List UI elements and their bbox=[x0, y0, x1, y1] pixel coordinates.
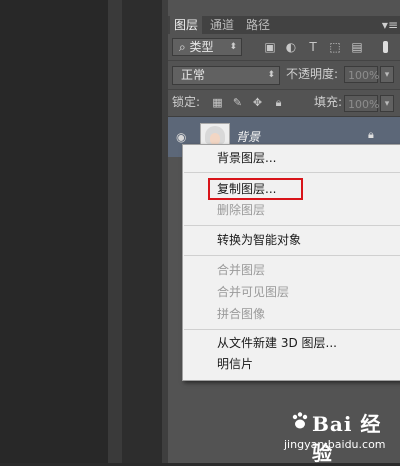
filter-adjustment-icon[interactable]: ◐ bbox=[283, 39, 299, 55]
lock-transparent-icon[interactable]: ▦ bbox=[210, 95, 225, 110]
paw-icon bbox=[292, 412, 308, 429]
search-icon: ⌕ bbox=[179, 40, 190, 54]
filter-pixel-icon[interactable]: ▣ bbox=[262, 39, 278, 55]
menu-item-merge-layers[interactable]: 合并图层 bbox=[217, 261, 265, 279]
fill-dropdown-icon[interactable]: ▾ bbox=[380, 95, 394, 112]
panel-tabs: 图层 通道 路径 ▾≡ bbox=[168, 16, 400, 34]
layer-filter-row: ⌕ 类型 ⬍ ▣ ◐ T ⬚ ▤ bbox=[168, 34, 400, 61]
layer-context-menu: 背景图层... 复制图层... 删除图层 转换为智能对象 合并图层 合并可见图层… bbox=[182, 144, 400, 381]
filter-toggle[interactable] bbox=[383, 41, 388, 53]
menu-item-delete-layer[interactable]: 删除图层 bbox=[217, 201, 265, 219]
panel-dock-gap bbox=[122, 0, 162, 463]
menu-item-convert-smart-object[interactable]: 转换为智能对象 bbox=[217, 231, 301, 249]
fill-label: 填充: bbox=[314, 95, 343, 109]
menu-item-background-layer[interactable]: 背景图层... bbox=[217, 149, 276, 167]
opacity-input[interactable]: 100% bbox=[344, 66, 379, 83]
chevron-updown-icon: ⬍ bbox=[229, 42, 237, 52]
menu-separator bbox=[184, 172, 400, 173]
eye-icon[interactable]: ◉ bbox=[176, 130, 190, 144]
menu-separator bbox=[184, 225, 400, 226]
menu-separator bbox=[184, 329, 400, 330]
menu-item-merge-visible[interactable]: 合并可见图层 bbox=[217, 283, 289, 301]
blend-row: 正常 ⬍ 不透明度: 100% ▾ bbox=[168, 61, 400, 90]
filter-kind-label: 类型 bbox=[189, 40, 214, 54]
highlight-box bbox=[208, 178, 303, 200]
menu-item-flatten-image[interactable]: 拼合图像 bbox=[217, 305, 265, 323]
filter-kind-select[interactable]: ⌕ 类型 ⬍ bbox=[172, 38, 242, 56]
tab-channels[interactable]: 通道 bbox=[206, 16, 238, 34]
chevron-updown-icon: ⬍ bbox=[267, 70, 275, 80]
lock-label: 锁定: bbox=[172, 95, 201, 109]
opacity-label: 不透明度: bbox=[286, 67, 339, 81]
layer-name[interactable]: 背景 bbox=[236, 128, 260, 145]
panel-divider bbox=[108, 0, 122, 463]
panel-menu-icon[interactable]: ▾≡ bbox=[382, 16, 398, 34]
watermark-url: jingyan.baidu.com bbox=[284, 438, 386, 451]
lock-icon[interactable]: 🔒︎ bbox=[368, 128, 374, 142]
canvas-area bbox=[0, 0, 108, 463]
lock-move-icon[interactable]: ✥ bbox=[250, 95, 265, 110]
lock-all-icon[interactable]: 🔒︎ bbox=[271, 95, 286, 110]
opacity-dropdown-icon[interactable]: ▾ bbox=[380, 66, 394, 83]
menu-item-postcard[interactable]: 明信片 bbox=[217, 355, 253, 373]
filter-smart-object-icon[interactable]: ▤ bbox=[349, 39, 365, 55]
baidu-watermark: Bai 经验 jingyan.baidu.com bbox=[282, 408, 400, 465]
blend-mode-select[interactable]: 正常 ⬍ bbox=[172, 66, 280, 85]
menu-separator bbox=[184, 255, 400, 256]
menu-item-new-3d-layer-from-file[interactable]: 从文件新建 3D 图层... bbox=[217, 334, 337, 352]
tab-layers[interactable]: 图层 bbox=[170, 16, 203, 34]
tab-paths[interactable]: 路径 bbox=[242, 16, 274, 34]
watermark-logo: Bai 经验 bbox=[312, 412, 382, 465]
filter-shape-icon[interactable]: ⬚ bbox=[327, 39, 343, 55]
lock-row: 锁定: ▦ ✎ ✥ 🔒︎ 填充: 100% ▾ bbox=[168, 90, 400, 117]
fill-input[interactable]: 100% bbox=[344, 95, 379, 112]
filter-type-icon[interactable]: T bbox=[305, 39, 321, 55]
blend-mode-label: 正常 bbox=[181, 68, 206, 82]
lock-paint-icon[interactable]: ✎ bbox=[230, 95, 245, 110]
